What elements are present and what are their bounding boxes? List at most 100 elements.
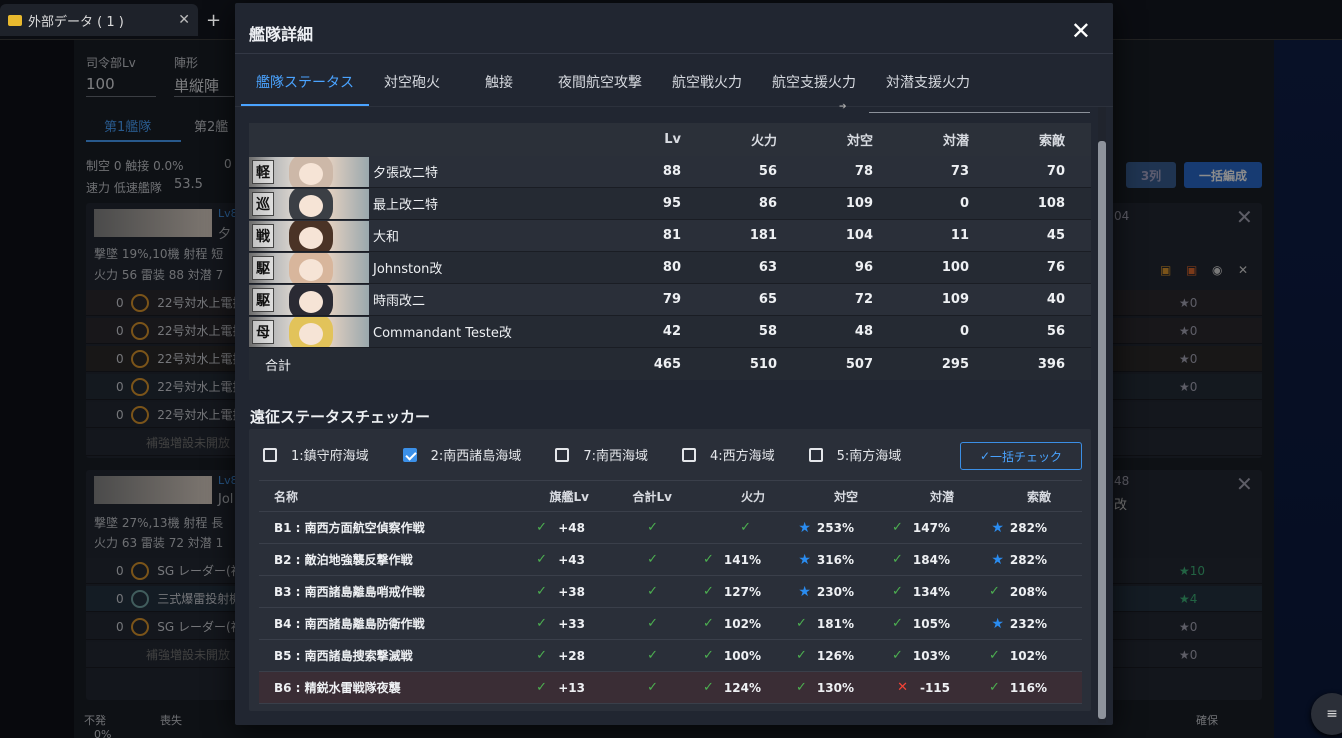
check-icon: ✓ [536,520,547,535]
header-aa: 対空 [846,134,873,149]
ship-name: 大和 [373,230,400,245]
expedition-row: B5 : 南西諸島捜索撃滅戦 ✓ +28 ✓ ✓ 100% ✓ 126% ✓ 103% … [259,640,1082,672]
check-icon: ✓ [703,680,714,695]
ship-name: 夕張改二特 [373,166,439,181]
ship-row: 巡最上改二特 95 86 109 0 108 [249,188,1091,220]
header-los: 索敵 [1038,134,1065,149]
ship-banner: 戦 [249,220,369,251]
browser-tab[interactable]: 外部データ ( 1 ) ✕ [0,4,198,36]
tab-asw-support[interactable]: 対潜支援火力 [871,61,985,106]
check-icon: ✓ [796,648,807,663]
check-icon: ✓ [703,616,714,631]
ship-banner: 駆 [249,252,369,283]
header-asw: 対潜 [942,134,969,149]
check-icon: ✓ [892,520,903,535]
expedition-row-failed: B6 : 精鋭水雷戦隊夜襲 ✓ +13 ✓ ✓ 124% ✓ 130% ✕ -115 ✓… [259,672,1082,704]
check-icon: ✓ [647,552,658,567]
tab-air-battle[interactable]: 航空戦火力 [657,61,757,106]
star-icon: ★ [991,519,1004,536]
check-icon: ✓ [796,680,807,695]
ship-name: Johnston改 [373,262,443,277]
checkbox[interactable] [263,447,277,462]
expedition-table: 名称 旗艦Lv 合計Lv 火力 対空 対潜 索敵 B1 : 南西方面航空偵察作戦… [259,480,1082,704]
check-icon: ✓ [536,616,547,631]
ship-row: 戦大和 81 181 104 11 45 [249,220,1091,252]
double-check-icon: ✓ [979,449,991,463]
scrollbar-thumb[interactable] [1098,141,1106,719]
check-icon: ✓ [647,648,658,663]
browser-tab-title: 外部データ ( 1 ) [28,14,124,30]
star-icon: ★ [991,551,1004,568]
expedition-row: B4 : 南西諸島離島防衛作戦 ✓ +33 ✓ ✓ 102% ✓ 181% ✓ 105%… [259,608,1082,640]
check-icon: ✓ [989,680,1000,695]
tab-night-air[interactable]: 夜間航空攻撃 [543,61,657,106]
filter-area-4[interactable]: 4:西方海域 [681,445,775,464]
ship-banner: 駆 [249,284,369,315]
check-icon: ✓ [740,520,751,535]
new-tab-button[interactable]: + [206,10,221,31]
expedition-row: B3 : 南西諸島離島哨戒作戦 ✓ +38 ✓ ✓ 127% ★ 230% ✓ 134%… [259,576,1082,608]
bulk-check-button[interactable]: ✓ 一括チェック [960,442,1082,470]
checkbox[interactable] [681,447,696,462]
check-icon: ✓ [536,552,547,567]
filter-area-1[interactable]: 1:鎮守府海域 [263,445,369,464]
fleet-status-table: Lv 火力 対空 対潜 索敵 軽夕張改二特 88 56 78 73 70 巡最上… [249,123,1091,380]
check-icon: ✓ [989,648,1000,663]
check-icon: ✓ [536,680,547,695]
folder-icon [8,14,22,26]
arrow-icon: ➔ [839,102,847,112]
total-row: 合計 465 510 507 295 396 [249,348,1091,380]
star-icon: ★ [798,519,811,536]
ship-name: 時雨改二 [373,294,426,309]
check-icon: ✓ [796,616,807,631]
tab-aa-fire[interactable]: 対空砲火 [369,61,455,106]
check-icon: ✓ [703,584,714,599]
ship-row: 母 Commandant Teste改 42 58 48 0 56 [249,316,1091,348]
tab-fleet-status[interactable]: 艦隊ステータス [241,61,369,106]
header-lv: Lv [664,132,681,147]
expedition-row: B2 : 敵泊地強襲反撃作戦 ✓ +43 ✓ ✓ 141% ★ 316% ✓ 184% … [259,544,1082,576]
checkbox[interactable] [555,447,570,462]
cross-icon: ✕ [897,680,908,695]
ship-name: 最上改二特 [373,198,439,213]
fleet-table-header: Lv 火力 対空 対潜 索敵 [249,123,1091,156]
expedition-checker-title: 遠征ステータスチェッカー [250,408,431,426]
fleet-detail-modal: 艦隊詳細 ✕ 艦隊ステータス 対空砲火 触接 夜間航空攻撃 航空戦火力 航空支援… [235,3,1113,725]
tab-contact[interactable]: 触接 [455,61,543,106]
filter-area-7[interactable]: 7:南西海域 [555,445,648,464]
check-icon: ✓ [703,552,714,567]
check-icon: ✓ [703,648,714,663]
check-icon: ✓ [647,584,658,599]
ship-row: 駆 Johnston改 80 63 96 100 76 [249,252,1091,284]
expedition-table-header: 名称 旗艦Lv 合計Lv 火力 対空 対潜 索敵 [259,480,1082,512]
star-icon: ★ [798,551,811,568]
check-icon: ✓ [536,584,547,599]
expedition-checker: 1:鎮守府海域 2:南西諸島海域 7:南西海域 4:西方海域 5:南方海域 ✓ 一… [249,429,1091,711]
ship-banner: 巡 [249,188,369,219]
total-label: 合計 [265,358,292,374]
check-icon: ✓ [892,584,903,599]
checkbox-checked[interactable] [402,447,417,462]
area-filters: 1:鎮守府海域 2:南西諸島海域 7:南西海域 4:西方海域 5:南方海域 [263,445,935,464]
check-icon: ✓ [989,584,1000,599]
modal-title: 艦隊詳細 [249,25,314,44]
modal-tabs: 艦隊ステータス 対空砲火 触接 夜間航空攻撃 航空戦火力 航空支援火力 対潜支援… [241,61,985,106]
check-icon: ✓ [892,616,903,631]
filter-area-2[interactable]: 2:南西諸島海域 [402,445,521,464]
ship-row: 駆時雨改二 79 65 72 109 40 [249,284,1091,316]
ship-row: 軽夕張改二特 88 56 78 73 70 [249,156,1091,188]
header-firepower: 火力 [750,134,777,149]
expedition-row: B1 : 南西方面航空偵察作戦 ✓ +48 ✓ ✓ ★ 253% ✓ 147% ★ 28… [259,512,1082,544]
menu-icon: ≡ [1326,706,1338,722]
star-icon: ★ [991,615,1004,632]
check-icon: ✓ [647,680,658,695]
check-icon: ✓ [647,616,658,631]
checkbox[interactable] [808,447,823,462]
check-icon: ✓ [892,648,903,663]
modal-close-icon[interactable]: ✕ [1071,17,1091,45]
ship-name: Commandant Teste改 [373,326,512,341]
tab-close-icon[interactable]: ✕ [178,12,190,28]
tab-air-support[interactable]: 航空支援火力 [757,61,871,106]
ship-banner: 母 [249,316,369,347]
filter-area-5[interactable]: 5:南方海域 [808,445,901,464]
